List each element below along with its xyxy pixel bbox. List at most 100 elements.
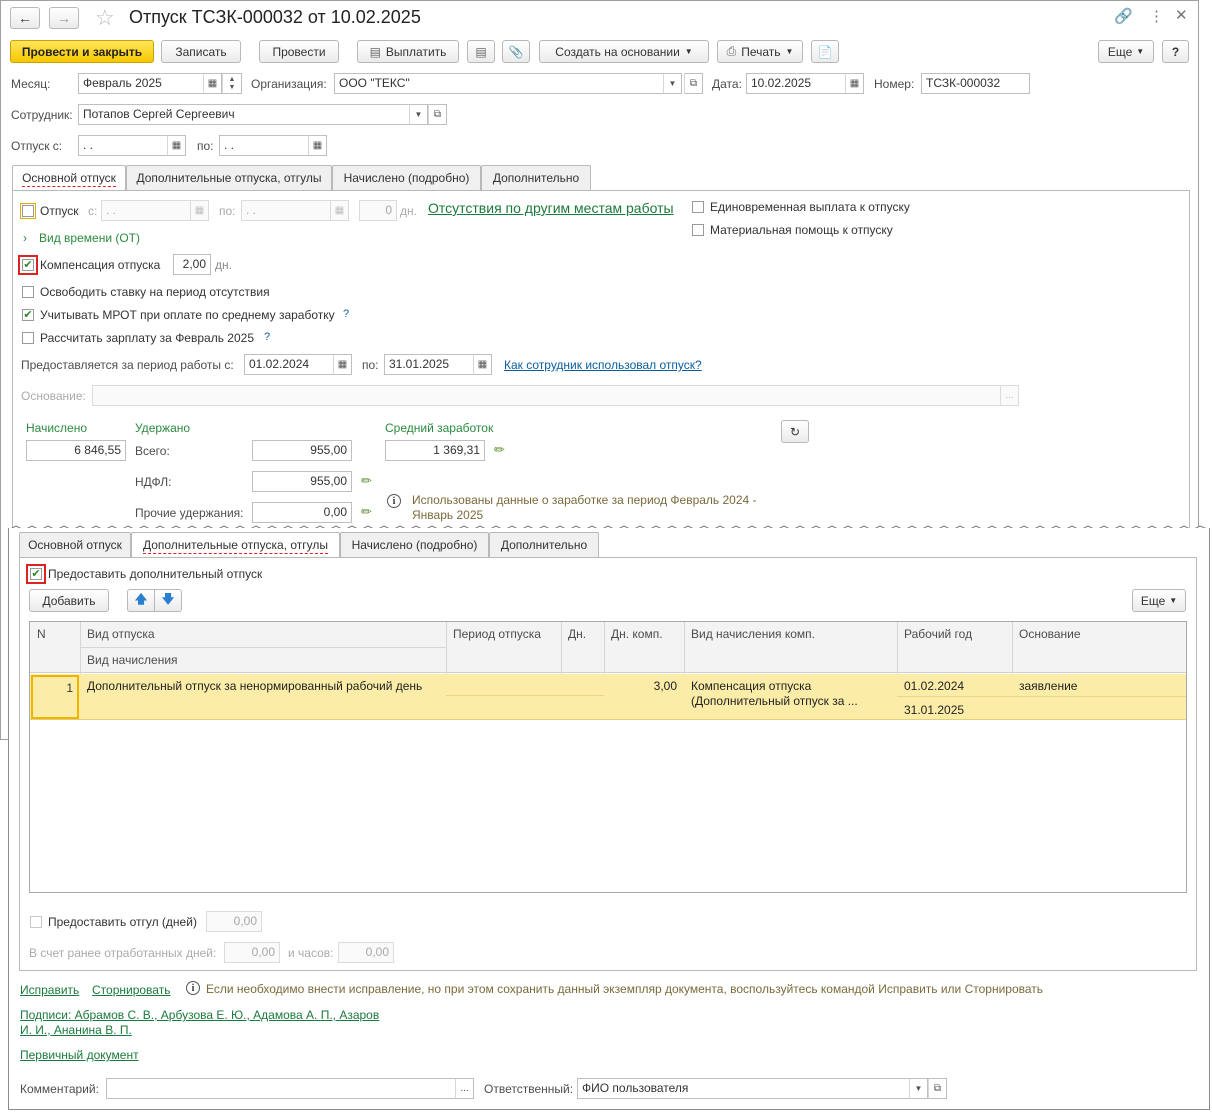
col-basis[interactable]: Основание <box>1019 627 1081 641</box>
tab-additional-vacations[interactable]: Дополнительные отпуска, отгулы <box>131 532 340 558</box>
row-n-cell[interactable]: 1 <box>31 675 79 719</box>
col-work-year[interactable]: Рабочий год <box>904 627 972 641</box>
col-accrual-type[interactable]: Вид начисления <box>87 653 178 667</box>
help-icon[interactable]: ? <box>264 331 270 343</box>
hours-field[interactable]: 0,00 <box>338 942 394 963</box>
period-from-field[interactable]: 01.02.2024 <box>244 354 334 375</box>
move-down-button[interactable]: 🡇 <box>154 589 182 612</box>
vacation-from-field[interactable]: . . <box>78 135 168 156</box>
calendar-button[interactable]: ▦ <box>473 354 492 375</box>
employee-open-button[interactable]: ⧉ <box>428 104 447 125</box>
calc-salary-checkbox[interactable] <box>22 332 34 344</box>
date-field[interactable]: 10.02.2025 <box>746 73 846 94</box>
pay-button[interactable]: ▤ Выплатить <box>357 40 459 63</box>
vacation-checkbox[interactable] <box>20 203 36 219</box>
time-type-toggle[interactable]: Вид времени (ОТ) <box>39 231 140 245</box>
vacation-from-calendar-button[interactable]: ▦ <box>167 135 186 156</box>
chevron-right-icon[interactable]: › <box>23 231 27 245</box>
provide-additional-checkbox[interactable]: ✔ <box>26 564 46 584</box>
pencil-icon[interactable]: ✏ <box>361 504 372 520</box>
col-comp-accrual[interactable]: Вид начисления комп. <box>691 627 815 641</box>
list-button[interactable]: ▤ <box>467 40 495 63</box>
basis-field[interactable] <box>92 385 1001 406</box>
free-rate-checkbox[interactable] <box>22 286 34 298</box>
close-icon[interactable]: ✕ <box>1175 6 1188 24</box>
link-icon[interactable]: 🔗 <box>1114 7 1133 25</box>
date-calendar-button[interactable]: ▦ <box>845 73 864 94</box>
tab-extra[interactable]: Дополнительно <box>481 165 591 190</box>
responsible-open-button[interactable]: ⧉ <box>928 1078 947 1099</box>
move-up-button[interactable]: 🡅 <box>127 589 155 612</box>
pencil-icon[interactable]: ✏ <box>361 473 372 489</box>
responsible-field[interactable]: ФИО пользователя <box>577 1078 910 1099</box>
more-vert-icon[interactable]: ⋮ <box>1149 7 1164 25</box>
report-button[interactable]: 📄 <box>811 40 839 63</box>
month-spinner[interactable]: ▲ ▼ <box>222 73 242 94</box>
refresh-button[interactable]: ↻ <box>781 420 809 443</box>
other-absences-link[interactable]: Отсутствия по другим местам работы <box>428 200 674 216</box>
calendar-button[interactable]: ▦ <box>330 200 349 221</box>
calendar-button[interactable]: ▦ <box>333 354 352 375</box>
table-row[interactable]: 1 Дополнительный отпуск за ненормированн… <box>30 674 1186 720</box>
help-icon[interactable]: ? <box>343 308 349 320</box>
responsible-dropdown-button[interactable]: ▼ <box>909 1078 928 1099</box>
forward-button[interactable]: → <box>49 7 79 29</box>
help-button[interactable]: ? <box>1162 40 1189 63</box>
tab-main-vacation[interactable]: Основной отпуск <box>12 165 126 191</box>
worked-days-field[interactable]: 0,00 <box>224 942 280 963</box>
lump-sum-checkbox[interactable] <box>692 201 704 213</box>
vacation-sub-to-field[interactable]: . . <box>241 200 331 221</box>
star-icon[interactable]: ☆ <box>95 5 115 31</box>
storno-link[interactable]: Сторнировать <box>92 983 170 997</box>
vacation-to-field[interactable]: . . <box>219 135 309 156</box>
col-n[interactable]: N <box>37 627 46 641</box>
employee-field[interactable]: Потапов Сергей Сергеевич <box>78 104 410 125</box>
post-and-close-button[interactable]: Провести и закрыть <box>10 40 154 63</box>
calendar-button[interactable]: ▦ <box>203 73 222 94</box>
mrot-checkbox[interactable]: ✔ <box>22 309 34 321</box>
organization-open-button[interactable]: ⧉ <box>684 73 703 94</box>
signatures-link-line1[interactable]: Подписи: Абрамов С. В., Арбузова Е. Ю., … <box>20 1008 379 1022</box>
tab-accrued-detail[interactable]: Начислено (подробно) <box>332 165 481 190</box>
primary-document-link[interactable]: Первичный документ <box>20 1048 139 1062</box>
col-vacation-type[interactable]: Вид отпуска <box>87 627 155 641</box>
attach-button[interactable]: 📎 <box>502 40 530 63</box>
tab-accrued-detail[interactable]: Начислено (подробно) <box>340 532 489 557</box>
time-off-field[interactable]: 0,00 <box>206 911 262 932</box>
back-button[interactable]: ← <box>10 7 40 29</box>
vacation-days-field[interactable]: 0 <box>359 200 397 221</box>
col-comp-days[interactable]: Дн. комп. <box>611 627 663 641</box>
vacation-sub-from-field[interactable]: . . <box>101 200 191 221</box>
fix-link[interactable]: Исправить <box>20 983 79 997</box>
organization-dropdown-button[interactable]: ▼ <box>663 73 682 94</box>
more-button[interactable]: Еще ▼ <box>1098 40 1154 63</box>
col-period[interactable]: Период отпуска <box>453 627 541 641</box>
comment-edit-button[interactable]: ... <box>455 1078 474 1099</box>
add-row-button[interactable]: Добавить <box>29 589 109 612</box>
post-button[interactable]: Провести <box>259 40 339 63</box>
how-used-link[interactable]: Как сотрудник использовал отпуск? <box>504 358 702 372</box>
organization-field[interactable]: ООО "ТЕКС" <box>334 73 664 94</box>
employee-dropdown-button[interactable]: ▼ <box>409 104 428 125</box>
compensation-checkbox[interactable]: ✔ <box>18 255 38 275</box>
material-aid-checkbox[interactable] <box>692 224 704 236</box>
month-field[interactable]: Февраль 2025 <box>78 73 204 94</box>
comment-field[interactable] <box>106 1078 456 1099</box>
signatures-link-line2[interactable]: И. И., Ананина В. П. <box>20 1023 132 1037</box>
pencil-icon[interactable]: ✏ <box>494 442 505 458</box>
vacation-to-calendar-button[interactable]: ▦ <box>308 135 327 156</box>
create-based-button[interactable]: Создать на основании ▼ <box>539 40 709 63</box>
calendar-button[interactable]: ▦ <box>190 200 209 221</box>
compensation-days-field[interactable]: 2,00 <box>173 254 211 275</box>
save-button[interactable]: Записать <box>161 40 241 63</box>
table-more-button[interactable]: Еще ▼ <box>1132 589 1186 612</box>
tab-additional-vacations[interactable]: Дополнительные отпуска, отгулы <box>126 165 332 190</box>
time-off-checkbox[interactable] <box>30 916 42 928</box>
number-field[interactable]: ТСЗК-000032 <box>921 73 1030 94</box>
tab-extra[interactable]: Дополнительно <box>489 532 599 557</box>
print-button[interactable]: ⎙ Печать ▼ <box>717 40 803 63</box>
tab-main-vacation[interactable]: Основной отпуск <box>19 532 131 557</box>
period-to-field[interactable]: 31.01.2025 <box>384 354 474 375</box>
col-days[interactable]: Дн. <box>568 627 586 641</box>
basis-select-button[interactable]: ... <box>1000 385 1019 406</box>
